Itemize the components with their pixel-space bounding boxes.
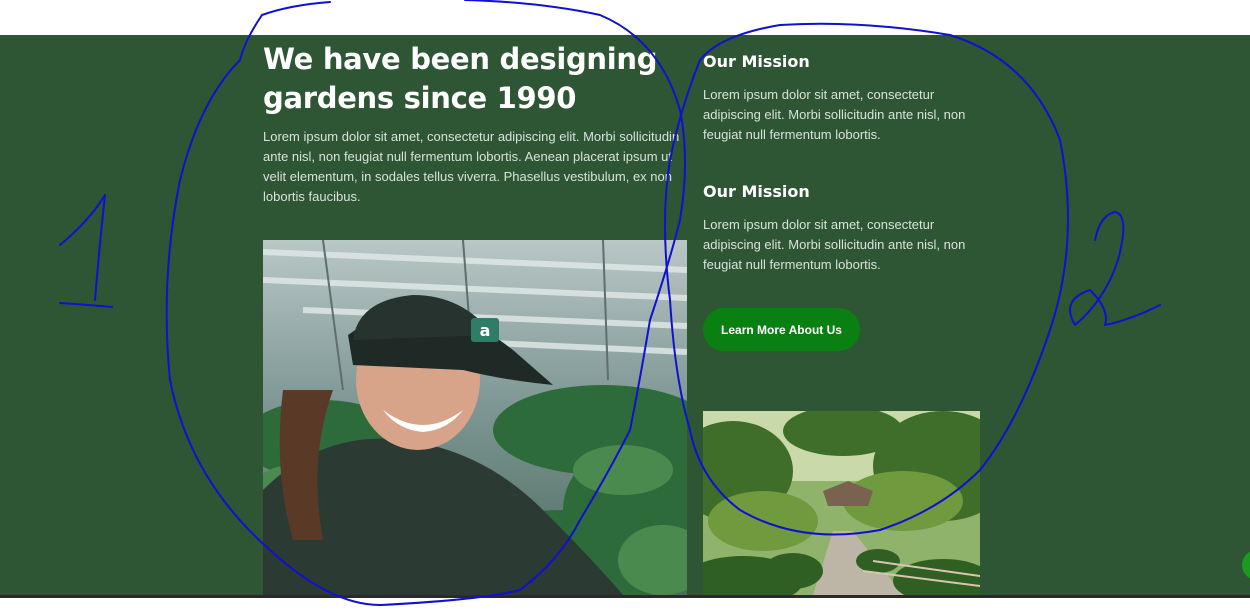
mission-text-2: Lorem ipsum dolor sit amet, consectetur … <box>703 217 966 272</box>
section-heading: We have been designing gardens since 199… <box>263 42 658 115</box>
mission-text-1: Lorem ipsum dolor sit amet, consectetur … <box>703 87 966 142</box>
intro-paragraph: Lorem ipsum dolor sit amet, consectetur … <box>263 129 680 204</box>
page-bottom-border <box>0 595 1250 598</box>
learn-more-button[interactable]: Learn More About Us <box>703 308 860 351</box>
garden-photo <box>703 411 980 595</box>
mission-title-1: Our Mission <box>703 52 810 71</box>
mission-title-2: Our Mission <box>703 182 810 201</box>
cap-logo: a <box>480 321 491 340</box>
gardener-photo: a <box>263 240 687 595</box>
